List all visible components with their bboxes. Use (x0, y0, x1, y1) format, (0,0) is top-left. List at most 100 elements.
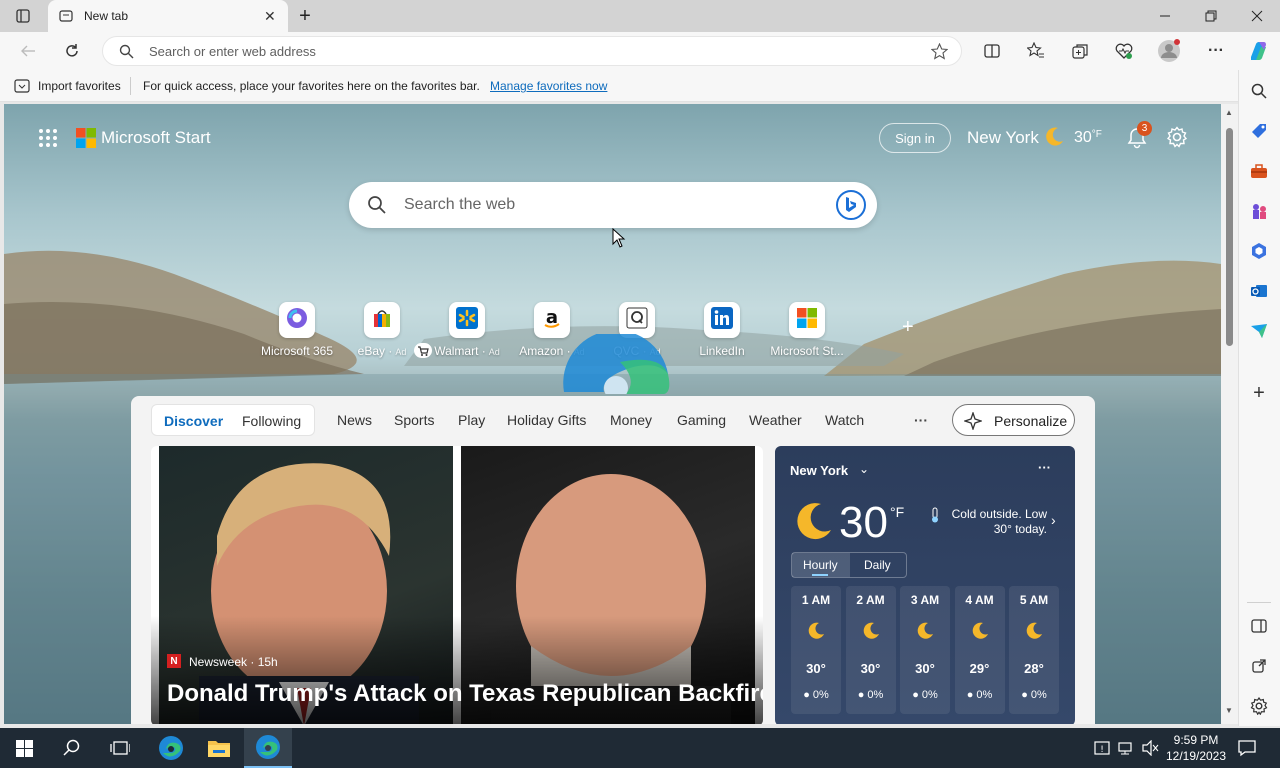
favorite-star-icon[interactable] (930, 42, 949, 65)
feed-tab[interactable]: Watch (825, 412, 864, 428)
svg-text:!: ! (1100, 745, 1104, 755)
taskbar-edge-active-icon[interactable] (244, 728, 292, 768)
taskbar-search-icon[interactable] (48, 728, 96, 768)
notifications-center-icon[interactable] (1238, 739, 1256, 762)
feed-tab[interactable]: Play (458, 412, 485, 428)
tab-discover[interactable]: Discover (164, 413, 223, 429)
sidebar-microsoft365-icon[interactable] (1248, 240, 1270, 262)
tab-following[interactable]: Following (242, 413, 301, 429)
quick-link-tile[interactable] (704, 302, 740, 338)
feed-tab[interactable]: News (337, 412, 372, 428)
start-button-icon[interactable] (0, 728, 48, 768)
hour-forecast-item[interactable]: 3 AM 30° ● 0% (900, 586, 950, 714)
city-chevron-down-icon[interactable]: ⌄ (859, 462, 869, 476)
sidebar-drop-icon[interactable] (1248, 320, 1270, 342)
sign-in-button[interactable]: Sign in (879, 123, 951, 153)
headline-title[interactable]: Donald Trump's Attack on Texas Republica… (167, 680, 763, 708)
collections-icon[interactable] (1068, 39, 1092, 63)
weather-summary-chevron-icon[interactable]: › (1051, 512, 1056, 528)
page-scrollbar[interactable]: ▲ ▼ (1221, 104, 1238, 724)
tab-page-icon (59, 9, 73, 28)
feed-tab[interactable]: Gaming (677, 412, 726, 428)
settings-more-icon[interactable]: ··· (1204, 39, 1228, 63)
feed-tab[interactable]: Sports (394, 412, 434, 428)
clock-time: 9:59 PM (1173, 733, 1219, 747)
favorites-bar-message: For quick access, place your favorites h… (143, 79, 480, 93)
sidebar-shopping-icon[interactable] (1248, 120, 1270, 142)
hour-forecast-item[interactable]: 1 AM 30° ● 0% (791, 586, 841, 714)
app-launcher-icon[interactable] (38, 128, 58, 153)
header-weather-temp[interactable]: 30°F (1074, 129, 1102, 147)
new-tab-icon[interactable]: + (282, 0, 328, 32)
tab-daily[interactable]: Daily (864, 558, 891, 572)
manage-favorites-link[interactable]: Manage favorites now (490, 79, 607, 93)
page-settings-gear-icon[interactable] (1166, 126, 1188, 153)
sidebar-tools-icon[interactable] (1248, 160, 1270, 182)
add-quick-link-icon[interactable]: + (902, 316, 914, 339)
header-weather-city[interactable]: New York (967, 128, 1039, 148)
headline-card[interactable]: N Newsweek · 15h Donald Trump's Attack o… (151, 446, 763, 724)
taskbar-edge-icon[interactable] (147, 728, 195, 768)
address-input[interactable]: Search or enter web address (149, 44, 316, 59)
volume-muted-icon[interactable] (1142, 739, 1160, 761)
feed-tab[interactable]: Holiday Gifts (507, 412, 586, 428)
quick-link-tile[interactable] (364, 302, 400, 338)
brand-title[interactable]: Microsoft Start (101, 128, 211, 148)
more-categories-icon[interactable]: ··· (914, 412, 928, 428)
web-search-input[interactable]: Search the web (404, 196, 515, 214)
profile-avatar[interactable] (1157, 39, 1181, 63)
action-center-alert-icon[interactable]: ! (1094, 740, 1110, 761)
hour-forecast-item[interactable]: 2 AM 30° ● 0% (845, 586, 896, 714)
sidebar-search-icon[interactable] (1248, 80, 1270, 102)
weather-card[interactable]: New York ⌄ ··· 30 °F Cold outside. Low 3… (775, 446, 1075, 724)
quick-link-tile[interactable] (619, 302, 655, 338)
minimize-icon[interactable] (1142, 0, 1188, 32)
sidebar-open-external-icon[interactable] (1248, 655, 1270, 677)
bing-chat-icon[interactable] (835, 189, 867, 226)
browser-essentials-icon[interactable] (1112, 39, 1136, 63)
refresh-icon[interactable] (60, 39, 84, 63)
split-screen-icon[interactable] (980, 39, 1004, 63)
file-explorer-icon[interactable] (195, 728, 243, 768)
tab-hourly[interactable]: Hourly (803, 558, 838, 572)
import-favorites-button[interactable]: Import favorites (38, 79, 121, 93)
favorites-icon[interactable] (1024, 39, 1048, 63)
scrollbar-thumb[interactable] (1226, 128, 1233, 346)
taskbar-clock[interactable]: 9:59 PM 12/19/2023 (1164, 732, 1228, 764)
copilot-icon[interactable] (1246, 39, 1270, 63)
weather-card-city[interactable]: New York (790, 463, 848, 478)
web-search-box[interactable]: Search the web (349, 182, 877, 228)
sidebar-outlook-icon[interactable] (1248, 280, 1270, 302)
feed-tab[interactable]: Weather (749, 412, 802, 428)
quick-link-tile[interactable] (789, 302, 825, 338)
shopping-cart-icon[interactable] (414, 343, 432, 358)
navigation-bar: Search or enter web address ··· (0, 32, 1280, 70)
scroll-down-icon[interactable]: ▼ (1225, 706, 1233, 715)
restore-icon[interactable] (1188, 0, 1234, 32)
tab-actions-icon[interactable] (0, 0, 46, 32)
task-view-icon[interactable] (96, 728, 144, 768)
back-icon[interactable] (16, 39, 40, 63)
scroll-up-icon[interactable]: ▲ (1225, 108, 1233, 117)
sidebar-add-icon[interactable]: + (1248, 382, 1270, 404)
sidebar-settings-gear-icon[interactable] (1248, 695, 1270, 717)
tab-new-tab[interactable]: New tab ✕ (48, 0, 288, 32)
weather-card-more-icon[interactable]: ··· (1038, 460, 1051, 475)
sidebar-games-icon[interactable] (1248, 200, 1270, 222)
close-tab-icon[interactable]: ✕ (264, 8, 276, 25)
sidebar-hide-icon[interactable] (1248, 615, 1270, 637)
feed-tab[interactable]: Money (610, 412, 652, 428)
address-bar[interactable]: Search or enter web address (102, 36, 962, 66)
weather-summary[interactable]: Cold outside. Low 30° today. (941, 507, 1047, 537)
precip-drop-icon: ● (803, 689, 810, 701)
network-icon[interactable] (1118, 740, 1134, 761)
quick-link-tile[interactable] (279, 302, 315, 338)
hour-forecast-item[interactable]: 5 AM 28° ● 0% (1009, 586, 1059, 714)
personalize-button[interactable]: Personalize (952, 404, 1075, 436)
divider (130, 77, 131, 95)
close-window-icon[interactable] (1234, 0, 1280, 32)
quick-link-tile[interactable]: a (534, 302, 570, 338)
quick-link-tile[interactable] (449, 302, 485, 338)
quick-link-label[interactable]: Microsoft St... (747, 344, 867, 358)
hour-forecast-item[interactable]: 4 AM 29° ● 0% (954, 586, 1005, 714)
